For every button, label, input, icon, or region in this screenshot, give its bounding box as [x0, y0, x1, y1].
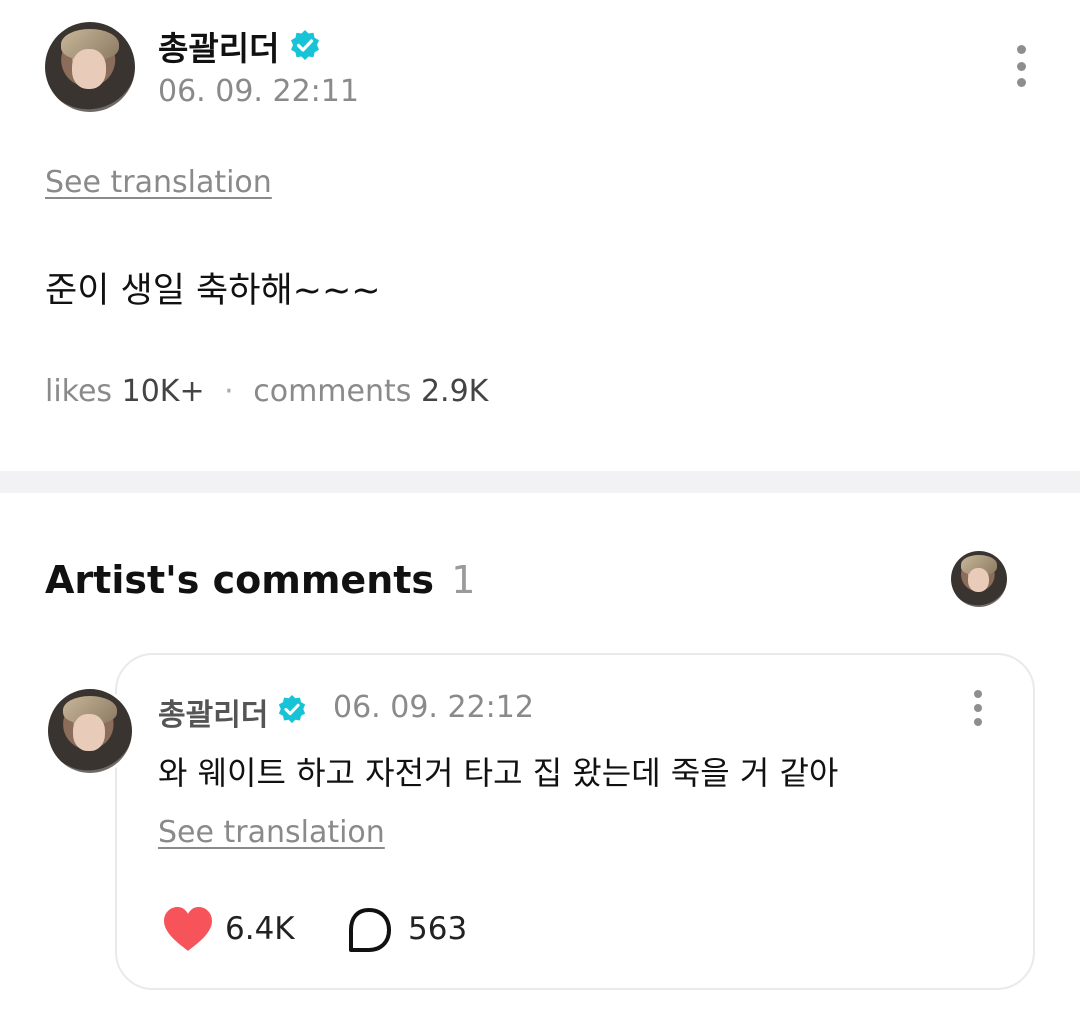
verified-badge-icon — [277, 694, 307, 724]
comment-text: 와 웨이트 하고 자전거 타고 집 왔는데 죽을 거 같아 — [158, 754, 839, 792]
heart-icon[interactable] — [162, 905, 214, 953]
artist-comments-title: Artist's comments — [45, 558, 435, 602]
artist-avatar-small[interactable] — [951, 551, 1007, 607]
comment-more-icon[interactable] — [973, 690, 983, 726]
post-body-text: 준이 생일 축하해~~~ — [45, 271, 381, 311]
comments-count[interactable]: 2.9K — [421, 374, 488, 409]
comment-reply-count[interactable]: 563 — [408, 911, 467, 947]
comment-author-name[interactable]: 총괄리더 — [158, 690, 268, 734]
post-stats: likes 10K+ · comments 2.9K — [45, 374, 488, 409]
artist-comments-count: 1 — [451, 558, 476, 602]
speech-bubble-icon[interactable] — [345, 906, 393, 954]
comment-like-count[interactable]: 6.4K — [225, 911, 295, 947]
more-vertical-icon[interactable] — [1016, 45, 1026, 87]
comments-label: comments — [253, 374, 412, 409]
post-timestamp: 06. 09. 22:11 — [158, 74, 359, 109]
stats-separator: · — [224, 374, 234, 409]
likes-count[interactable]: 10K+ — [122, 374, 205, 409]
post-author-name[interactable]: 총괄리더 — [158, 22, 279, 70]
verified-badge-icon — [289, 29, 321, 61]
see-translation-link[interactable]: See translation — [45, 165, 272, 200]
comment-author-avatar[interactable] — [45, 686, 135, 776]
comment-see-translation-link[interactable]: See translation — [158, 815, 385, 850]
likes-label: likes — [45, 374, 113, 409]
artist-comments-header: Artist's comments 1 — [45, 558, 475, 602]
section-divider — [0, 471, 1080, 493]
comment-timestamp: 06. 09. 22:12 — [333, 690, 534, 725]
post-author-avatar[interactable] — [45, 22, 135, 112]
